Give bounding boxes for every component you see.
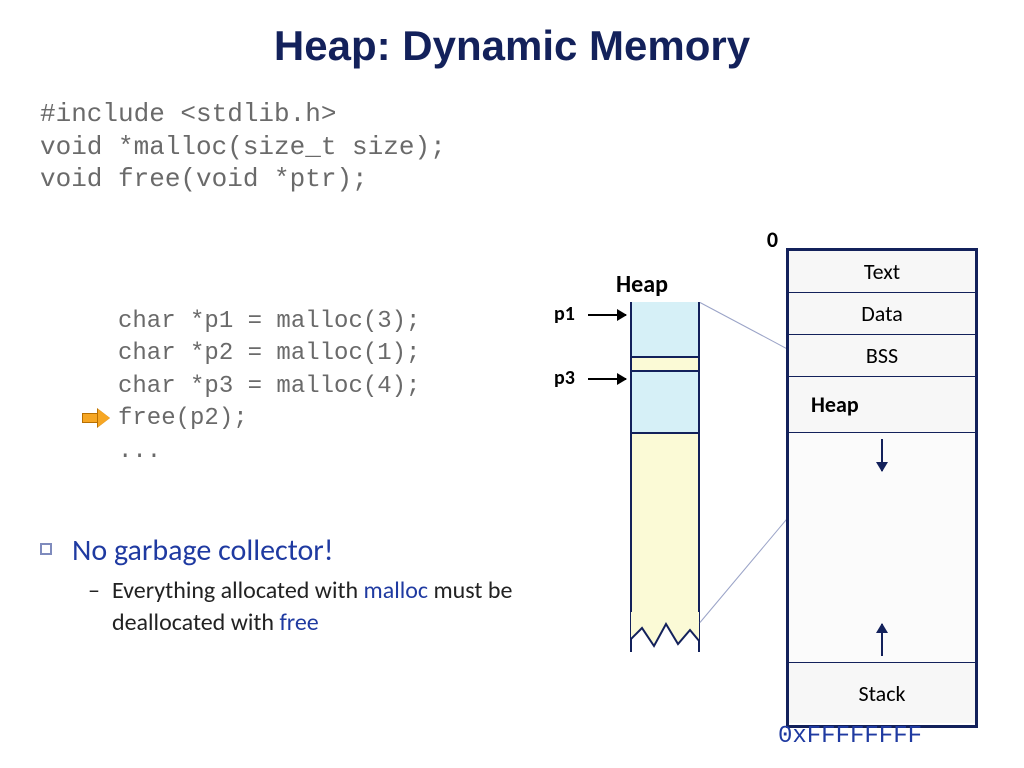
connector-line-top <box>700 302 787 349</box>
segment-stack: Stack <box>789 663 975 723</box>
heap-column <box>630 302 700 652</box>
heap-grows-down-icon <box>881 439 883 471</box>
keyword-free: free <box>279 608 318 637</box>
pointer-label-p3: p3 <box>554 366 575 390</box>
segment-gap <box>789 433 975 663</box>
dash-bullet-icon: – <box>88 575 100 607</box>
slide: Heap: Dynamic Memory #include <stdlib.h>… <box>0 0 1024 768</box>
connector-line-bottom <box>700 516 789 622</box>
keyword-malloc: malloc <box>364 576 429 605</box>
pointer-label-p1: p1 <box>554 302 575 326</box>
heap-block-remaining <box>632 434 698 622</box>
bullet-list: No garbage collector! – Everything alloc… <box>40 532 560 640</box>
segment-bss: BSS <box>789 335 975 377</box>
heap-column-title: Heap <box>616 270 668 299</box>
address-zero-label: 0 <box>767 226 778 253</box>
slide-title: Heap: Dynamic Memory <box>0 22 1024 70</box>
bullet-2: – Everything allocated with malloc must … <box>40 575 560 640</box>
code-prototypes: #include <stdlib.h> void *malloc(size_t … <box>40 98 446 196</box>
pointer-arrow-p3-icon <box>588 378 626 380</box>
segment-data: Data <box>789 293 975 335</box>
bullet-1: No garbage collector! <box>40 532 560 569</box>
segment-heap: Heap <box>789 377 975 433</box>
bullet-2-text-a: Everything allocated with <box>112 576 364 605</box>
heap-block-freed-p2 <box>632 358 698 372</box>
current-line-arrow-icon <box>82 410 108 426</box>
stack-grows-up-icon <box>881 624 883 656</box>
bullet-1-text: No garbage collector! <box>72 532 334 569</box>
pointer-arrow-p1-icon <box>588 314 626 316</box>
segment-text: Text <box>789 251 975 293</box>
heap-block-p1 <box>632 302 698 358</box>
address-max-label: 0xFFFFFFFF <box>778 723 922 750</box>
heap-block-p3 <box>632 372 698 434</box>
torn-edge-icon <box>630 612 700 652</box>
memory-layout-diagram: Text Data BSS Heap Stack <box>786 248 978 728</box>
square-bullet-icon <box>40 543 52 555</box>
code-sample: char *p1 = malloc(3); char *p2 = malloc(… <box>118 306 420 468</box>
